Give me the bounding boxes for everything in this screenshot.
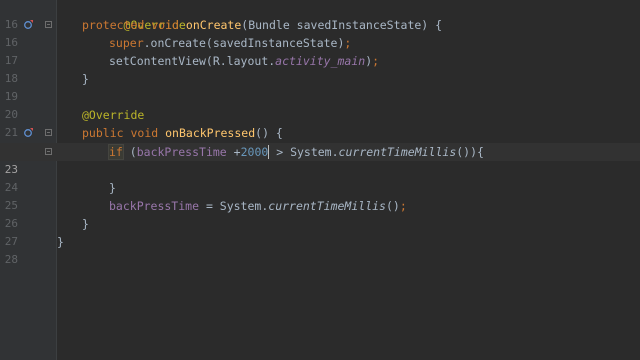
- code-text: .onCreate(savedInstanceState): [143, 36, 345, 50]
- code-line[interactable]: 22 public void onBackPressed() {: [0, 124, 640, 157]
- keyword-token: protected: [82, 18, 145, 32]
- code-text: = System.: [199, 199, 269, 213]
- fold-marker-icon[interactable]: [45, 148, 52, 155]
- code-line[interactable]: 19 }: [0, 70, 640, 103]
- code-text: (Bundle savedInstanceState) {: [241, 18, 443, 32]
- override-gutter-icon[interactable]: [24, 20, 33, 29]
- code-line[interactable]: 16 protected void onCreate(Bundle savedI…: [0, 16, 640, 49]
- keyword-token: super: [109, 36, 144, 50]
- code-line[interactable]: 27 }: [0, 215, 640, 248]
- code-line[interactable]: 18 setContentView(R.layout.activity_main…: [0, 52, 640, 85]
- code-text: }: [82, 217, 89, 231]
- static-method-token: currentTimeMillis: [338, 145, 457, 159]
- line-number: 28: [4, 253, 18, 266]
- fold-marker-icon[interactable]: [45, 129, 52, 136]
- code-line[interactable]: 21 @Override: [0, 106, 640, 139]
- keyword-token: public: [82, 126, 124, 140]
- field-token: backPressTime: [136, 145, 227, 159]
- code-text: +: [226, 145, 241, 159]
- code-text: }: [57, 235, 64, 249]
- semicolon-token: ;: [399, 199, 407, 213]
- keyword-token: void: [130, 126, 159, 140]
- keyword-token: if: [108, 144, 124, 160]
- code-line[interactable]: 24: [0, 161, 640, 194]
- semicolon-token: ;: [372, 54, 380, 68]
- code-text: (): [385, 199, 400, 213]
- code-text: }: [109, 181, 116, 195]
- keyword-token: void: [151, 18, 179, 32]
- code-line[interactable]: 28 }: [0, 233, 640, 266]
- semicolon-token: ;: [344, 36, 352, 50]
- static-field-token: activity_main: [275, 54, 366, 68]
- annotation-token: @Override: [82, 108, 145, 122]
- code-line[interactable]: 25 }: [0, 179, 640, 212]
- code-text: ()){: [456, 145, 484, 159]
- current-code-line[interactable]: 23 if (backPressTime +2000 > System.curr…: [0, 143, 640, 176]
- number-token: 2000: [240, 145, 269, 159]
- code-line[interactable]: 26 backPressTime = System.currentTimeMil…: [0, 197, 640, 230]
- method-name-token: onCreate: [185, 18, 242, 32]
- code-line[interactable]: 20: [0, 88, 640, 121]
- override-gutter-icon[interactable]: [24, 128, 33, 137]
- code-text: (: [122, 145, 137, 159]
- code-text: setContentView(R.layout.: [109, 54, 276, 68]
- code-text: > System.: [269, 145, 339, 159]
- code-line[interactable]: 17 super.onCreate(savedInstanceState);: [0, 34, 640, 67]
- field-token: backPressTime: [109, 199, 200, 213]
- code-text: }: [82, 72, 89, 86]
- code-text: () {: [255, 126, 283, 140]
- fold-marker-icon[interactable]: [45, 21, 52, 28]
- method-name-token: onBackPressed: [165, 126, 256, 140]
- code-editor[interactable]: 16 @Override 16 protected void onCreate(…: [0, 0, 640, 360]
- code-line[interactable]: 16 @Override: [0, 0, 640, 32]
- static-method-token: currentTimeMillis: [268, 199, 386, 213]
